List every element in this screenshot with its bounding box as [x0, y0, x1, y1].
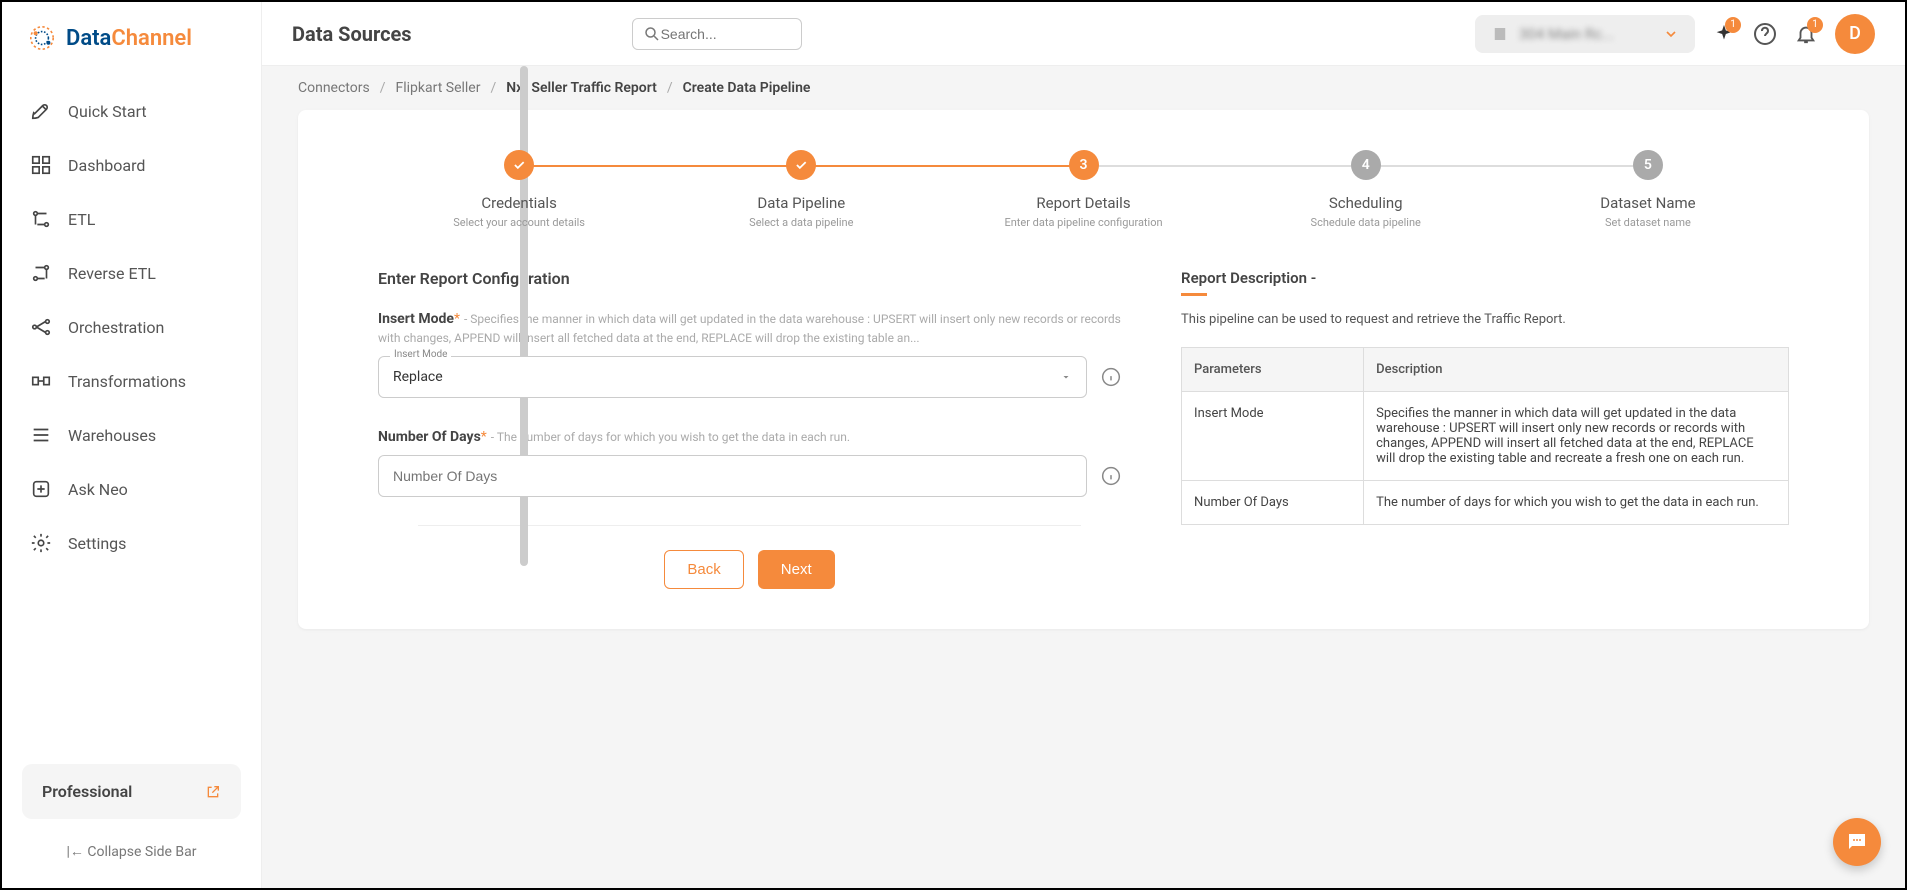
breadcrumb: Connectors/ Flipkart Seller/ Nxt Seller … — [262, 66, 1905, 110]
info-icon[interactable] — [1101, 466, 1121, 486]
sidebar-item-ask-neo[interactable]: Ask Neo — [2, 462, 261, 516]
table-row: Insert Mode Specifies the manner in whic… — [1182, 392, 1789, 481]
search-box[interactable] — [632, 18, 802, 50]
orchestration-icon — [30, 316, 52, 338]
stepper: Credentials Select your account details … — [378, 150, 1789, 229]
field-help: - Specifies the manner in which data wil… — [378, 312, 1121, 345]
description-heading: Report Description - — [1181, 269, 1789, 287]
field-label: Insert Mode* — [378, 311, 460, 327]
help-button[interactable] — [1753, 22, 1777, 46]
notifications-badge: 1 — [1807, 17, 1823, 33]
field-number-of-days: Number Of Days* - The number of days for… — [378, 426, 1121, 497]
breadcrumb-item[interactable]: Connectors — [298, 80, 370, 96]
next-button[interactable]: Next — [758, 550, 835, 589]
sidebar-label: Transformations — [68, 372, 186, 391]
step-credentials[interactable]: Credentials Select your account details — [378, 150, 660, 229]
plan-label: Professional — [42, 782, 132, 801]
sidebar: DataChannel Quick Start Dashboard ETL Re… — [2, 2, 262, 888]
divider — [418, 525, 1081, 526]
sidebar-item-warehouses[interactable]: Warehouses — [2, 408, 261, 462]
parameters-table: Parameters Description Insert Mode Speci… — [1181, 347, 1789, 525]
select-value: Replace — [393, 369, 443, 385]
sidebar-item-orchestration[interactable]: Orchestration — [2, 300, 261, 354]
field-insert-mode: Insert Mode* - Specifies the manner in w… — [378, 308, 1121, 398]
sidebar-label: Dashboard — [68, 156, 145, 175]
table-header: Description — [1364, 348, 1789, 392]
logo-icon — [26, 22, 58, 54]
transformations-icon — [30, 370, 52, 392]
brand-logo[interactable]: DataChannel — [2, 22, 261, 74]
gear-icon — [30, 532, 52, 554]
chat-fab[interactable] — [1833, 818, 1881, 866]
org-name: 304 Main Rc... — [1519, 25, 1653, 43]
search-icon — [643, 25, 661, 43]
dashboard-icon — [30, 154, 52, 176]
sidebar-item-dashboard[interactable]: Dashboard — [2, 138, 261, 192]
sparkle-button[interactable]: 1 — [1713, 23, 1735, 45]
sidebar-item-reverse-etl[interactable]: Reverse ETL — [2, 246, 261, 300]
sidebar-label: Settings — [68, 534, 126, 553]
collapse-sidebar[interactable]: |← Collapse Side Bar — [2, 835, 261, 868]
collapse-label: Collapse Side Bar — [87, 844, 196, 860]
field-help: - The number of days for which you wish … — [491, 430, 850, 444]
table-row: Number Of Days The number of days for wh… — [1182, 481, 1789, 525]
page-title: Data Sources — [292, 22, 412, 46]
step-report-details[interactable]: 3 Report Details Enter data pipeline con… — [942, 150, 1224, 229]
sidebar-nav: Quick Start Dashboard ETL Reverse ETL Or… — [2, 74, 261, 764]
insert-mode-select[interactable]: Replace — [378, 356, 1087, 398]
sidebar-item-etl[interactable]: ETL — [2, 192, 261, 246]
chevron-down-icon — [1663, 26, 1679, 42]
plan-badge[interactable]: Professional — [22, 764, 241, 819]
heading-underline — [1181, 293, 1207, 296]
sidebar-label: Warehouses — [68, 426, 156, 445]
rocket-icon — [30, 100, 52, 122]
sidebar-label: ETL — [68, 210, 95, 229]
breadcrumb-item[interactable]: Nxt Seller Traffic Report — [506, 80, 657, 96]
topbar: Data Sources 304 Main Rc... 1 — [262, 2, 1905, 66]
step-scheduling[interactable]: 4 Scheduling Schedule data pipeline — [1225, 150, 1507, 229]
org-selector[interactable]: 304 Main Rc... — [1475, 15, 1695, 53]
back-button[interactable]: Back — [664, 550, 743, 589]
brand-text: DataChannel — [66, 26, 192, 51]
building-icon — [1491, 25, 1509, 43]
warehouses-icon — [30, 424, 52, 446]
sparkle-badge: 1 — [1725, 17, 1741, 33]
sidebar-label: Ask Neo — [68, 480, 128, 499]
avatar[interactable]: D — [1835, 14, 1875, 54]
form-heading: Enter Report Configuration — [378, 269, 1121, 288]
info-icon[interactable] — [1101, 367, 1121, 387]
collapse-icon: |← — [66, 844, 83, 860]
sidebar-item-settings[interactable]: Settings — [2, 516, 261, 570]
sidebar-label: Orchestration — [68, 318, 164, 337]
dropdown-arrow-icon — [1060, 371, 1072, 383]
sidebar-item-quick-start[interactable]: Quick Start — [2, 84, 261, 138]
sidebar-label: Quick Start — [68, 102, 147, 121]
content-card: Credentials Select your account details … — [298, 110, 1869, 629]
breadcrumb-item: Create Data Pipeline — [683, 80, 811, 96]
sidebar-item-transformations[interactable]: Transformations — [2, 354, 261, 408]
step-dataset-name[interactable]: 5 Dataset Name Set dataset name — [1507, 150, 1789, 229]
table-header: Parameters — [1182, 348, 1364, 392]
sidebar-label: Reverse ETL — [68, 264, 156, 283]
field-label: Number Of Days* — [378, 429, 487, 445]
ask-neo-icon — [30, 478, 52, 500]
etl-icon — [30, 208, 52, 230]
floating-label: Insert Mode — [390, 349, 451, 360]
notifications-button[interactable]: 1 — [1795, 23, 1817, 45]
reverse-etl-icon — [30, 262, 52, 284]
breadcrumb-item[interactable]: Flipkart Seller — [396, 80, 481, 96]
description-text: This pipeline can be used to request and… — [1181, 312, 1789, 327]
search-input[interactable] — [661, 26, 842, 42]
step-data-pipeline[interactable]: Data Pipeline Select a data pipeline — [660, 150, 942, 229]
number-of-days-input[interactable] — [378, 455, 1087, 497]
external-link-icon — [205, 784, 221, 800]
